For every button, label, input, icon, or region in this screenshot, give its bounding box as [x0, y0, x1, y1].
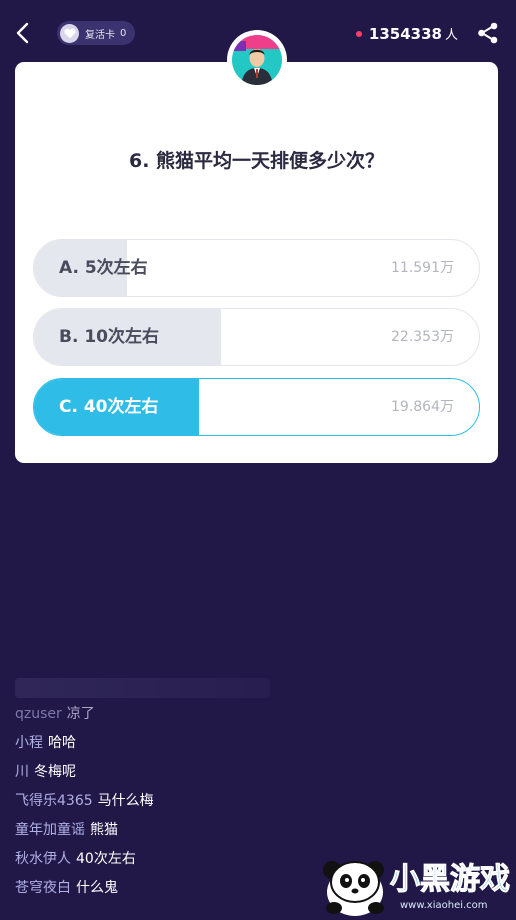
comment-text: 马什么梅: [97, 793, 154, 809]
revive-card-badge[interactable]: 复活卡 0: [57, 21, 136, 45]
faded-comment: [15, 678, 270, 698]
chevron-left-icon: [16, 22, 29, 44]
question-text: 6. 熊猫平均一天排便多少次？: [128, 150, 385, 172]
answer-option-b[interactable]: B. 10次左右 22.353万: [33, 308, 480, 366]
comment-text: 凉了: [66, 706, 95, 722]
share-icon: [478, 22, 498, 44]
comment-user: 秋水伊人: [15, 851, 71, 867]
comment-user: 童年加童谣: [15, 822, 85, 838]
comment-item: qzuser 凉了: [15, 700, 415, 729]
comment-item: 川冬梅呢: [15, 758, 415, 787]
revive-card-count: 0: [120, 27, 127, 39]
host-avatar-frame: [227, 30, 287, 90]
live-dot-icon: [355, 30, 362, 37]
question-card: 6. 熊猫平均一天排便多少次？ A. 5次左右 11.591万 B. 10次左右…: [15, 62, 498, 463]
comment-user: 苍穹夜白: [15, 880, 71, 896]
panda-mascot-icon: [323, 861, 384, 916]
watermark-title: 小黑游戏: [390, 862, 511, 898]
comment-text: 哈哈: [48, 735, 76, 751]
comment-user: 川: [15, 764, 29, 780]
online-counter: 1354338 人: [355, 24, 458, 43]
heart-icon: [60, 23, 79, 43]
online-count: 1354338: [368, 24, 442, 43]
watermark-url: www.xiaohei.com: [400, 900, 488, 911]
comment-item: 飞得乐4365 马什么梅: [15, 787, 415, 816]
host-avatar: [232, 35, 282, 85]
comment-text: 40次左右: [76, 851, 136, 867]
answer-option-a[interactable]: A. 5次左右 11.591万: [33, 239, 480, 297]
answer-option-c[interactable]: C. 40次左右 19.864万: [33, 378, 480, 436]
watermark-logo: 小黑游戏 www.xiaohei.com: [320, 848, 516, 920]
option-votes: 19.864万: [391, 399, 454, 415]
comment-user: qzuser: [15, 706, 62, 722]
option-votes: 22.353万: [391, 329, 454, 345]
option-label: C. 40次左右: [59, 397, 159, 417]
online-unit: 人: [444, 28, 458, 43]
comment-item: 童年加童谣 熊猫: [15, 816, 415, 845]
share-button[interactable]: [476, 21, 500, 45]
option-label: B. 10次左右: [59, 327, 159, 347]
back-button[interactable]: [10, 18, 38, 48]
comment-user: 飞得乐4365: [15, 793, 93, 809]
revive-card-label: 复活卡: [85, 29, 115, 41]
comment-text: 冬梅呢: [34, 764, 76, 780]
option-votes: 11.591万: [391, 260, 454, 276]
comment-text: 熊猫: [90, 822, 118, 838]
comment-text: 什么鬼: [76, 880, 118, 896]
option-label: A. 5次左右: [59, 258, 148, 278]
comment-user: 小程: [15, 735, 43, 751]
comment-item: 小程 哈哈: [15, 729, 415, 758]
